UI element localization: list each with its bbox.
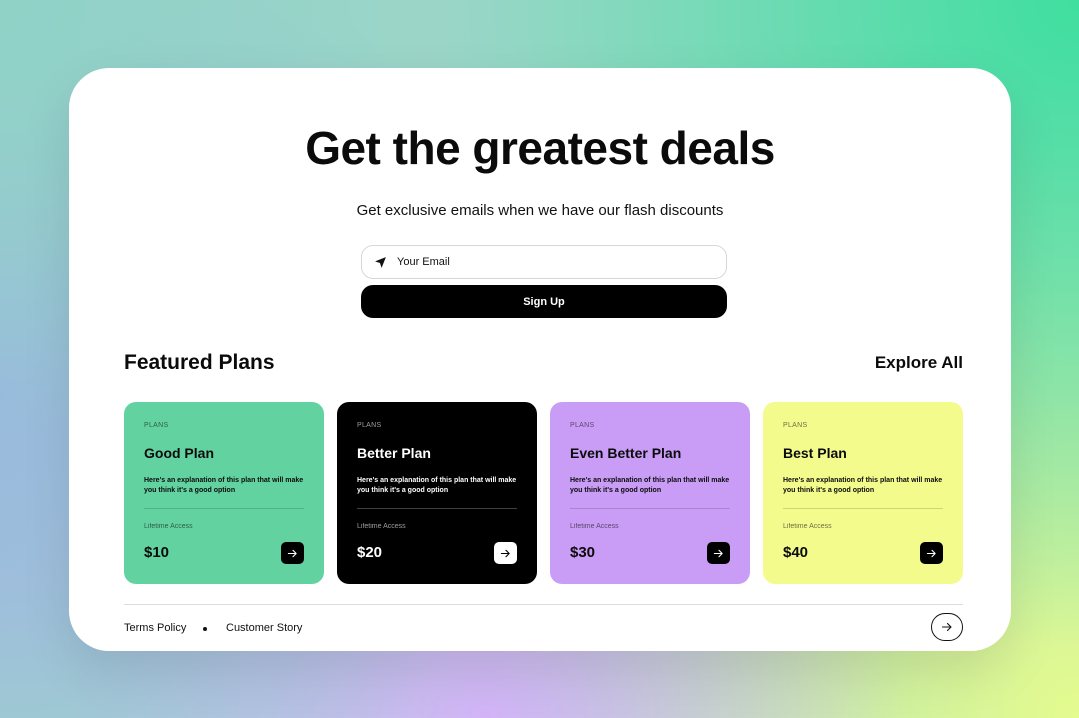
plan-arrow-button[interactable] — [707, 542, 730, 564]
plan-price: $40 — [783, 544, 809, 561]
plan-name: Good Plan — [144, 445, 214, 461]
plan-name: Best Plan — [783, 445, 847, 461]
arrow-right-icon — [941, 622, 952, 632]
plan-divider — [570, 508, 730, 509]
separator-dot — [203, 627, 207, 631]
footer-next-button[interactable] — [931, 613, 963, 641]
page-title: Get the greatest deals — [305, 122, 775, 174]
arrow-right-icon — [713, 549, 723, 557]
plan-divider — [144, 508, 304, 509]
plan-eyebrow: PLANS — [783, 422, 808, 429]
section-title: Featured Plans — [124, 351, 275, 374]
plan-arrow-button[interactable] — [494, 542, 517, 564]
plan-divider — [783, 508, 943, 509]
plan-price: $10 — [144, 544, 170, 561]
terms-policy-link[interactable]: Terms Policy — [124, 622, 186, 634]
plan-description: Here's an explanation of this plan that … — [144, 477, 304, 494]
email-input[interactable] — [395, 255, 699, 269]
plan-arrow-button[interactable] — [281, 542, 304, 564]
plan-arrow-button[interactable] — [920, 542, 943, 564]
plan-name: Better Plan — [357, 445, 431, 461]
arrow-right-icon — [287, 549, 297, 557]
sign-up-button[interactable]: Sign Up — [361, 285, 727, 318]
plan-name: Even Better Plan — [570, 445, 682, 461]
page-subtitle: Get exclusive emails when we have our fl… — [356, 202, 724, 219]
main-card: Get the greatest deals Get exclusive ema… — [69, 68, 1011, 651]
plan-description: Here's an explanation of this plan that … — [570, 477, 730, 494]
footer-divider — [124, 604, 963, 605]
plan-price: $20 — [357, 544, 383, 561]
plan-access: Lifetime Access — [144, 523, 193, 530]
arrow-right-icon — [500, 549, 510, 557]
plan-eyebrow: PLANS — [144, 422, 169, 429]
explore-all-link[interactable]: Explore All — [875, 353, 963, 373]
plan-description: Here's an explanation of this plan that … — [783, 477, 943, 494]
plan-eyebrow: PLANS — [357, 422, 382, 429]
plan-divider — [357, 508, 517, 509]
plan-access: Lifetime Access — [357, 523, 406, 530]
customer-story-link[interactable]: Customer Story — [226, 622, 302, 634]
plan-card-good[interactable]: PLANS Good Plan Here's an explanation of… — [124, 402, 324, 584]
arrow-right-icon — [926, 549, 936, 557]
plan-description: Here's an explanation of this plan that … — [357, 477, 517, 494]
plan-card-best[interactable]: PLANS Best Plan Here's an explanation of… — [763, 402, 963, 584]
email-field-wrapper[interactable] — [361, 245, 727, 279]
send-icon — [375, 256, 386, 268]
plan-card-better[interactable]: PLANS Better Plan Here's an explanation … — [337, 402, 537, 584]
plan-access: Lifetime Access — [783, 523, 832, 530]
plan-price: $30 — [570, 544, 596, 561]
plan-eyebrow: PLANS — [570, 422, 595, 429]
plan-card-even-better[interactable]: PLANS Even Better Plan Here's an explana… — [550, 402, 750, 584]
plan-access: Lifetime Access — [570, 523, 619, 530]
